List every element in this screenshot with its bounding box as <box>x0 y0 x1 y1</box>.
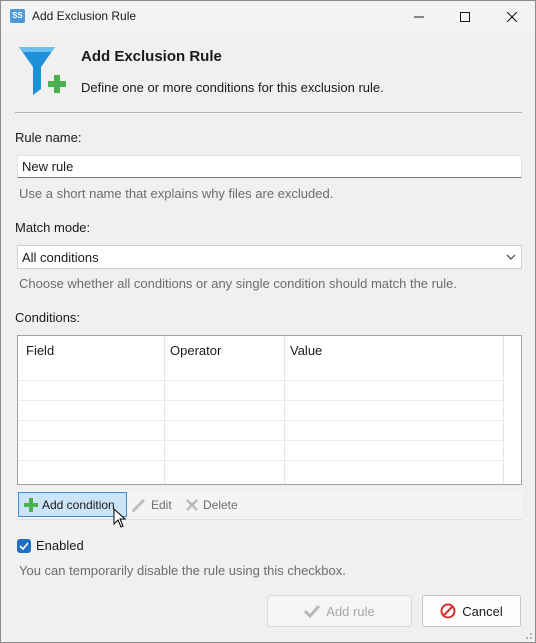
conditions-toolbar: Add condition Edit Delete <box>17 490 522 520</box>
pencil-icon <box>131 498 146 512</box>
match-mode-hint: Choose whether all conditions or any sin… <box>19 276 457 291</box>
minimize-button[interactable] <box>396 1 442 32</box>
grid-column-divider <box>164 336 165 484</box>
close-icon <box>507 11 517 22</box>
edit-condition-label: Edit <box>151 497 172 512</box>
enabled-label[interactable]: Enabled <box>36 538 84 553</box>
rule-name-input[interactable] <box>17 155 522 178</box>
rule-name-hint: Use a short name that explains why files… <box>19 186 334 201</box>
match-mode-select[interactable]: All conditions <box>17 245 522 269</box>
enabled-checkbox[interactable] <box>17 539 31 553</box>
grid-row-line <box>18 460 503 461</box>
grid-row-line <box>18 420 503 421</box>
match-mode-value: All conditions <box>22 250 99 265</box>
delete-condition-label: Delete <box>203 497 238 512</box>
maximize-button[interactable] <box>442 1 488 32</box>
maximize-icon <box>460 11 470 22</box>
window-title: Add Exclusion Rule <box>32 9 137 23</box>
delete-x-icon <box>186 498 198 511</box>
resize-grip-icon[interactable] <box>521 628 533 640</box>
grid-column-divider <box>284 336 285 484</box>
close-button[interactable] <box>489 1 535 32</box>
check-icon <box>304 604 321 618</box>
grid-row-line <box>18 380 503 381</box>
add-condition-label: Add condition <box>42 497 115 512</box>
delete-condition-button[interactable]: Delete <box>183 492 238 517</box>
grid-row-line <box>18 400 503 401</box>
header-title: Add Exclusion Rule <box>81 48 222 65</box>
plus-icon <box>24 497 38 512</box>
grid-column-divider <box>503 336 504 484</box>
app-icon: SS <box>10 9 25 23</box>
header-divider <box>15 112 522 113</box>
chevron-down-icon <box>506 254 516 260</box>
mouse-cursor-icon <box>113 508 127 528</box>
rule-name-label: Rule name: <box>15 130 82 145</box>
column-header-field[interactable]: Field <box>26 343 54 358</box>
funnel-add-icon <box>19 47 66 95</box>
edit-condition-button[interactable]: Edit <box>129 492 172 517</box>
minimize-icon <box>414 16 424 17</box>
conditions-grid[interactable]: Field Operator Value <box>17 335 522 485</box>
checkmark-icon <box>19 542 29 551</box>
grid-row-line <box>18 440 503 441</box>
add-rule-button[interactable]: Add rule <box>267 595 412 627</box>
enabled-hint: You can temporarily disable the rule usi… <box>19 563 346 578</box>
grid-header: Field Operator Value <box>18 336 521 364</box>
cancel-icon <box>440 603 456 619</box>
cancel-button[interactable]: Cancel <box>422 595 521 627</box>
add-condition-button[interactable]: Add condition <box>18 492 127 517</box>
dialog-window: SS Add Exclusion Rule Add Exclusion Rule… <box>0 0 536 643</box>
column-header-operator[interactable]: Operator <box>170 343 221 358</box>
match-mode-label: Match mode: <box>15 220 91 235</box>
add-rule-label: Add rule <box>326 603 375 619</box>
header-subtitle: Define one or more conditions for this e… <box>81 80 384 95</box>
column-header-value[interactable]: Value <box>290 343 322 358</box>
title-bar[interactable]: SS Add Exclusion Rule <box>1 1 535 32</box>
cancel-label: Cancel <box>462 603 503 619</box>
conditions-label: Conditions: <box>15 310 81 325</box>
